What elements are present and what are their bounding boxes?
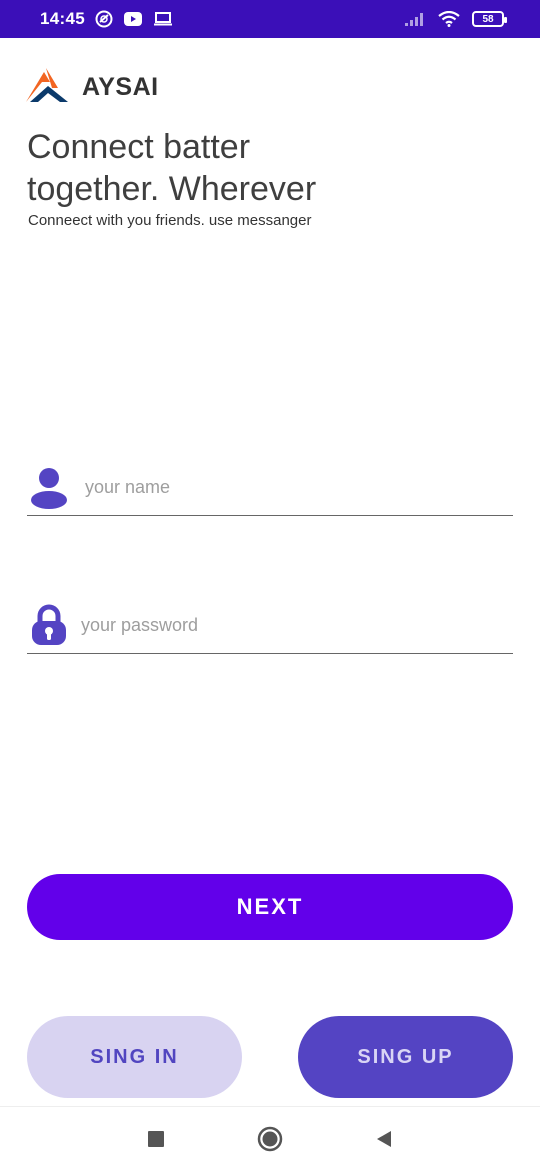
signal-icon [404,11,426,27]
brand-header: AYSAI [24,66,159,109]
lock-icon [27,604,71,648]
laptop-icon [153,11,173,27]
navigation-bar [0,1106,540,1170]
sign-up-button[interactable]: SING UP [298,1016,513,1098]
password-input[interactable] [81,615,461,636]
brand-name: AYSAI [82,73,159,101]
home-circle-icon[interactable] [255,1124,285,1154]
recents-square-icon[interactable] [141,1124,171,1154]
headline-line-1: Connect batter [27,128,251,166]
sign-in-button[interactable]: SING IN [27,1016,242,1098]
youtube-icon [123,11,143,27]
subtitle: Conneect with you friends. use messanger [28,212,312,229]
password-field [27,598,513,654]
status-left: 14:45 [40,9,173,29]
aysai-logo-icon [24,66,70,109]
battery-icon: 58 [472,11,507,27]
status-time: 14:45 [40,9,85,28]
login-screen: 14:45 58 AYSAI Connect batter together. … [0,0,540,1170]
name-field [27,460,513,516]
back-triangle-icon[interactable] [369,1124,399,1154]
user-icon [27,466,71,510]
headline: Connect batter together. Wherever [27,126,517,210]
wifi-icon [438,11,460,27]
location-icon [95,10,113,28]
next-button[interactable]: NEXT [27,874,513,940]
status-right: 58 [404,11,507,27]
headline-line-2: together. Wherever [27,170,317,208]
status-bar: 14:45 58 [0,0,540,38]
name-input[interactable] [85,477,465,498]
